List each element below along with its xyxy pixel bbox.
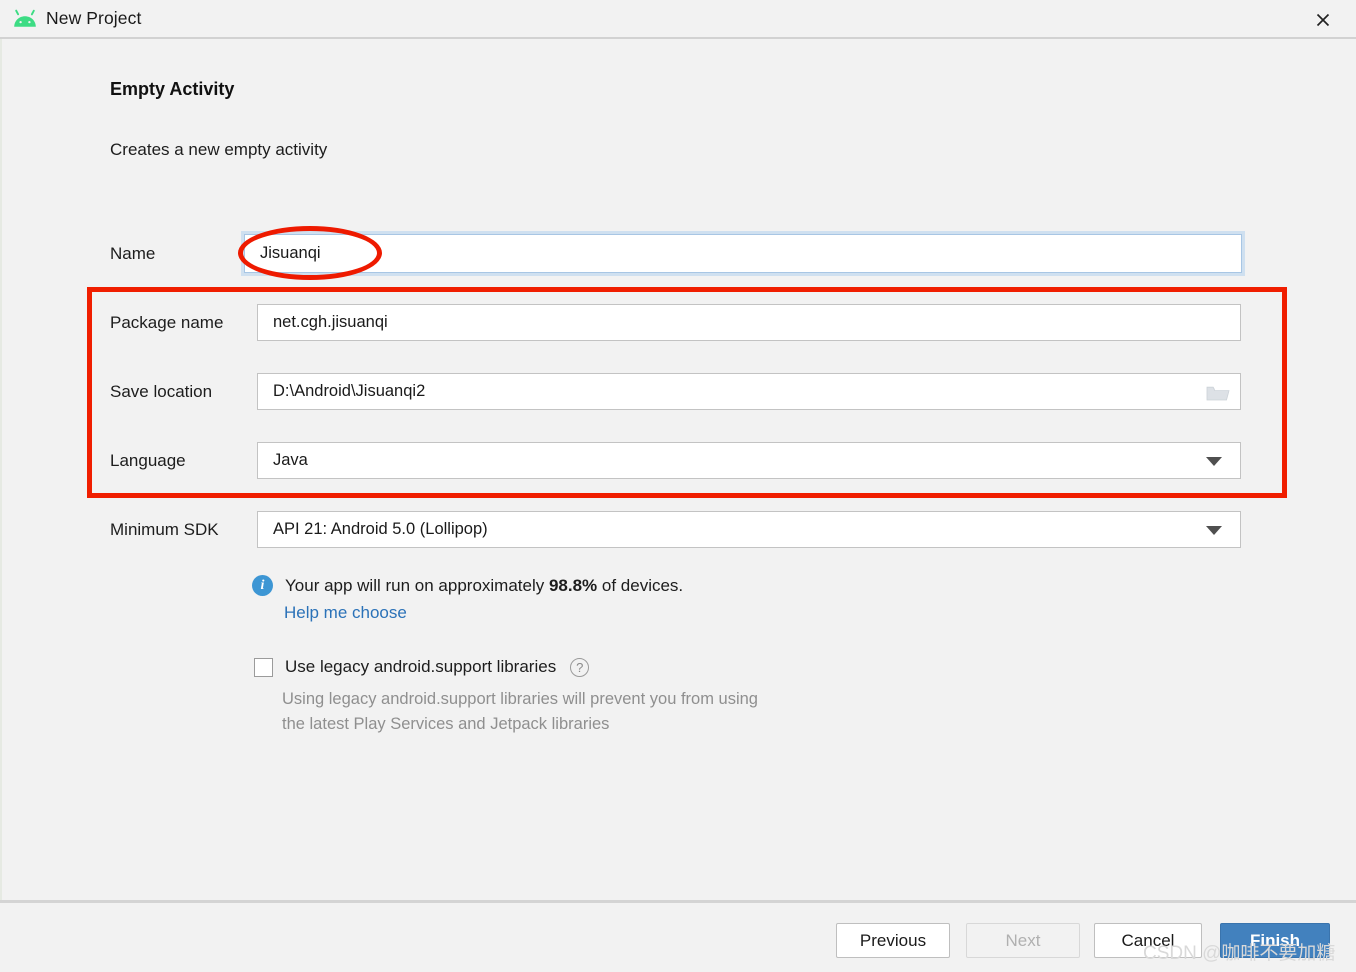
minimum-sdk-dropdown-value: API 21: Android 5.0 (Lollipop) (273, 520, 488, 538)
coverage-percentage: 98.8% (548, 575, 598, 595)
language-label: Language (110, 451, 186, 470)
android-robot-icon (12, 9, 38, 29)
coverage-text-before: Your app will run on approximately (285, 575, 549, 595)
name-label: Name (110, 244, 156, 263)
next-button: Next (966, 923, 1080, 958)
save-location-label: Save location (110, 382, 213, 401)
coverage-text-after: of devices. (597, 575, 684, 595)
legacy-libraries-label: Use legacy android.support libraries (285, 657, 557, 676)
dialog-footer: Previous Next Cancel Finish (0, 900, 1356, 972)
dialog-content: Empty Activity Creates a new empty activ… (0, 39, 1356, 900)
package-name-input[interactable]: net.cgh.jisuanqi (257, 304, 1241, 341)
previous-button[interactable]: Previous (836, 923, 950, 958)
device-coverage-info: i Your app will run on approximately 98.… (252, 575, 683, 596)
question-mark-icon[interactable]: ? (570, 657, 590, 677)
folder-icon[interactable] (1206, 383, 1230, 402)
help-me-choose-link[interactable]: Help me choose (284, 603, 407, 623)
minimum-sdk-dropdown[interactable]: API 21: Android 5.0 (Lollipop) (257, 511, 1241, 548)
language-dropdown-value: Java (273, 451, 308, 469)
device-coverage-text: Your app will run on approximately 98.8%… (285, 576, 683, 596)
save-location-input-value: D:\Android\Jisuanqi2 (273, 382, 426, 400)
package-name-input-value: net.cgh.jisuanqi (273, 313, 388, 331)
window-title: New Project (46, 8, 142, 28)
language-dropdown[interactable]: Java (257, 442, 1241, 479)
page-title: Empty Activity (110, 79, 235, 99)
chevron-down-icon[interactable] (1206, 525, 1222, 535)
legacy-hint-line-2: the latest Play Services and Jetpack lib… (282, 715, 610, 733)
cancel-button[interactable]: Cancel (1094, 923, 1202, 958)
chevron-down-icon[interactable] (1206, 456, 1222, 466)
save-location-input[interactable]: D:\Android\Jisuanqi2 (257, 373, 1241, 410)
package-name-label: Package name (110, 313, 224, 332)
page-subtitle: Creates a new empty activity (110, 140, 328, 159)
name-input[interactable]: Jisuanqi (244, 234, 1242, 273)
legacy-libraries-row: Use legacy android.support libraries ? (254, 657, 590, 677)
close-icon[interactable] (1310, 7, 1336, 33)
name-input-value: Jisuanqi (260, 244, 321, 262)
finish-button[interactable]: Finish (1220, 923, 1330, 958)
info-icon: i (252, 575, 273, 596)
legacy-libraries-checkbox[interactable] (254, 657, 273, 677)
new-project-dialog: New Project Empty Activity Creates a new… (0, 0, 1356, 972)
window-titlebar: New Project (0, 0, 1356, 39)
legacy-hint-line-1: Using legacy android.support libraries w… (282, 690, 758, 708)
minimum-sdk-label: Minimum SDK (110, 520, 219, 539)
